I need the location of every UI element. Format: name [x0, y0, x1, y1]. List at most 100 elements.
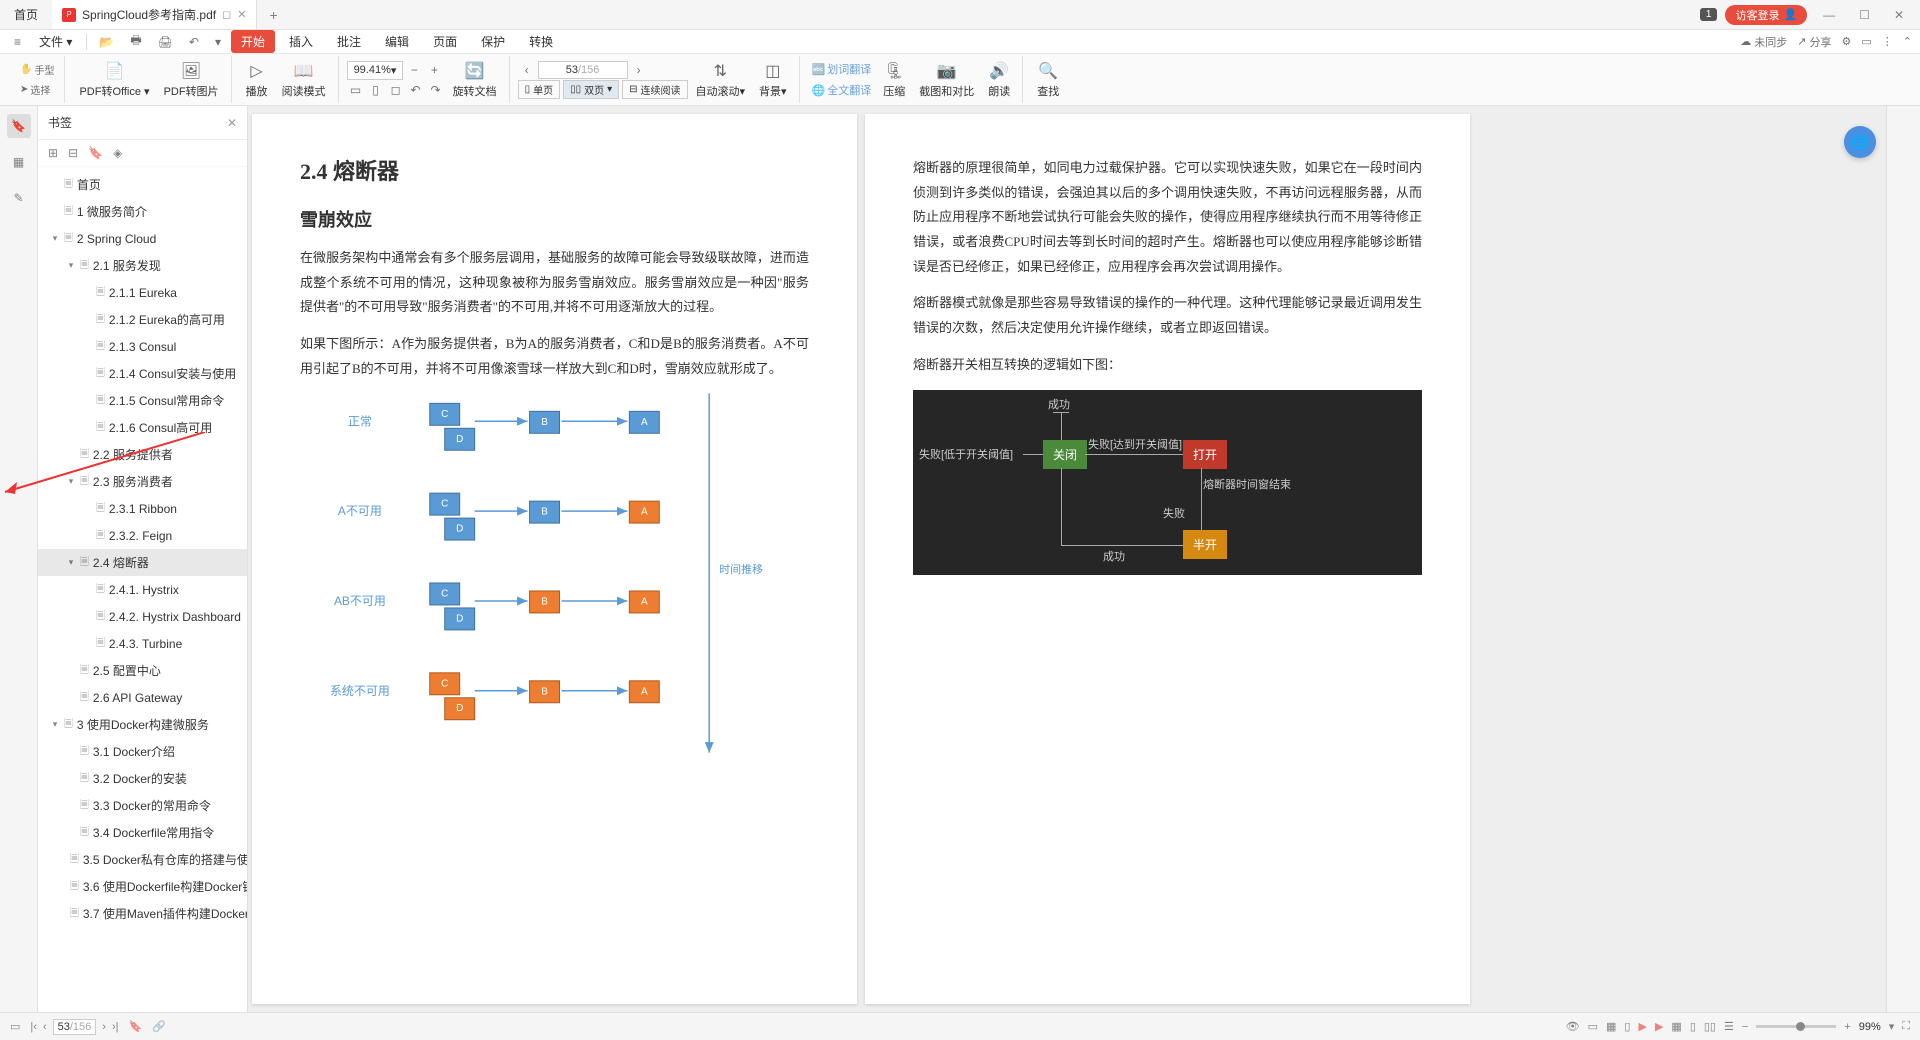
bookmark-item[interactable]: 🗏2.1.2 Eureka的高可用: [38, 306, 247, 333]
home-tab[interactable]: 首页: [0, 0, 52, 29]
expand-all-icon[interactable]: ⊞: [48, 146, 58, 160]
redo-icon[interactable]: ▾: [209, 33, 227, 51]
undo-icon[interactable]: ↶: [183, 33, 205, 51]
bookmark-item[interactable]: 🗏3.5 Docker私有仓库的搭建与使用: [38, 846, 247, 873]
single-page-button[interactable]: ▯单页: [518, 80, 561, 99]
fit-page-icon[interactable]: ▯: [367, 81, 385, 99]
float-translate-button[interactable]: 🌐: [1844, 126, 1876, 158]
bookmark-item[interactable]: 🗏1 微服务简介: [38, 198, 247, 225]
print-icon[interactable]: 🖨: [152, 33, 179, 51]
zoom-out-button[interactable]: −: [405, 61, 423, 79]
auto-scroll-button[interactable]: ⇅自动滚动▾: [690, 56, 752, 103]
zoom-out-status[interactable]: −: [1742, 1021, 1748, 1033]
login-button[interactable]: 访客登录 👤: [1725, 5, 1807, 25]
bookmark-item[interactable]: 🗏2.6 API Gateway: [38, 684, 247, 711]
close-tab-icon[interactable]: ✕: [237, 8, 246, 21]
bookmark-item[interactable]: ▾🗏3 使用Docker构建微服务: [38, 711, 247, 738]
prev-page-icon[interactable]: ‹: [43, 1021, 47, 1033]
continuous-button[interactable]: ⊟连续阅读: [622, 80, 687, 99]
page-number-input[interactable]: 53/156: [538, 61, 628, 79]
zoom-value[interactable]: 99.41% ▾: [347, 61, 404, 80]
bookmark-options-icon[interactable]: ◈: [113, 146, 122, 160]
close-sidebar-button[interactable]: ✕: [227, 116, 237, 130]
bookmark-item[interactable]: 🗏2.3.2. Feign: [38, 522, 247, 549]
window-icon[interactable]: ▭: [1861, 35, 1871, 48]
status-grid-icon[interactable]: ▦: [1671, 1020, 1681, 1033]
bookmark-item[interactable]: ▾🗏2.3 服务消费者: [38, 468, 247, 495]
zoom-percent[interactable]: 99%: [1859, 1021, 1881, 1033]
bookmark-item[interactable]: 🗏2.1.5 Consul常用命令: [38, 387, 247, 414]
pin-icon[interactable]: ◻: [222, 8, 231, 21]
status-single-icon[interactable]: ▯: [1690, 1020, 1696, 1033]
bookmark-item[interactable]: ▾🗏2 Spring Cloud: [38, 225, 247, 252]
status-cont-icon[interactable]: ☰: [1724, 1020, 1734, 1033]
play-button[interactable]: ▷播放: [240, 56, 274, 103]
fullscreen-icon[interactable]: ⛶: [1902, 1020, 1910, 1033]
collapse-all-icon[interactable]: ⊟: [68, 146, 78, 160]
comments-tab-button[interactable]: ✎: [7, 186, 31, 210]
bookmark-item[interactable]: 🗏2.2 服务提供者: [38, 441, 247, 468]
status-bookmark-icon[interactable]: 🔖: [128, 1020, 142, 1033]
thumbnails-tab-button[interactable]: ▦: [7, 150, 31, 174]
tab-convert[interactable]: 转换: [519, 30, 563, 53]
pdf-to-image-button[interactable]: 🖼PDF转图片: [158, 56, 225, 103]
bookmark-item[interactable]: 🗏2.1.3 Consul: [38, 333, 247, 360]
save-icon[interactable]: 🖶: [124, 29, 147, 54]
bookmark-item[interactable]: 🗏3.3 Docker的常用命令: [38, 792, 247, 819]
minimize-button[interactable]: —: [1815, 4, 1843, 26]
background-button[interactable]: ◫背景▾: [753, 56, 793, 103]
bookmark-item[interactable]: 🗏2.3.1 Ribbon: [38, 495, 247, 522]
tab-annotate[interactable]: 批注: [327, 30, 371, 53]
bookmark-item[interactable]: 🗏3.6 使用Dockerfile构建Docker镜像: [38, 873, 247, 900]
tab-edit[interactable]: 编辑: [375, 30, 419, 53]
collapse-ribbon-icon[interactable]: ⌃: [1903, 35, 1912, 48]
select-tool[interactable]: ➤选择: [16, 80, 58, 99]
status-eye-icon[interactable]: 👁: [1566, 1020, 1580, 1033]
read-mode-button[interactable]: 📖阅读模式: [276, 56, 332, 103]
actual-size-icon[interactable]: ◻: [387, 81, 405, 99]
more-icon[interactable]: ⋮: [1882, 35, 1893, 48]
document-viewport[interactable]: 🌐 2.4 熔断器 雪崩效应 在微服务架构中通常会有多个服务层调用，基础服务的故…: [248, 106, 1886, 1012]
add-tab-button[interactable]: +: [257, 7, 289, 23]
status-view3-icon[interactable]: ▯: [1624, 1020, 1630, 1033]
share-button[interactable]: ↗分享: [1797, 34, 1831, 50]
compress-button[interactable]: 🗜压缩: [877, 56, 911, 103]
bookmark-item[interactable]: 🗏2.4.3. Turbine: [38, 630, 247, 657]
status-play2-icon[interactable]: ▶: [1655, 1020, 1663, 1033]
compare-button[interactable]: 📷截图和对比: [913, 56, 980, 103]
bookmark-item[interactable]: 🗏首页: [38, 171, 247, 198]
zoom-slider[interactable]: [1756, 1025, 1836, 1028]
bookmark-item[interactable]: 🗏2.5 配置中心: [38, 657, 247, 684]
dual-page-button[interactable]: ▯▯双页▾: [563, 80, 619, 99]
open-icon[interactable]: 📂: [93, 33, 120, 51]
close-window-button[interactable]: ✕: [1886, 4, 1912, 26]
bookmarks-tab-button[interactable]: 🔖: [7, 114, 31, 138]
full-translate-button[interactable]: 🌐全文翻译: [808, 80, 876, 100]
zoom-in-status[interactable]: +: [1844, 1021, 1850, 1033]
notification-badge[interactable]: 1: [1700, 8, 1718, 21]
bookmark-item[interactable]: 🗏2.4.2. Hystrix Dashboard: [38, 603, 247, 630]
fit-width-icon[interactable]: ▭: [347, 81, 365, 99]
find-button[interactable]: 🔍查找: [1031, 56, 1065, 103]
bookmark-item[interactable]: 🗏3.2 Docker的安装: [38, 765, 247, 792]
document-tab[interactable]: P SpringCloud参考指南.pdf ◻ ✕: [52, 0, 257, 29]
tab-protect[interactable]: 保护: [471, 30, 515, 53]
next-page-button[interactable]: ›: [630, 61, 648, 79]
status-view1-icon[interactable]: ▭: [1588, 1020, 1598, 1033]
bookmark-item[interactable]: 🗏2.4.1. Hystrix: [38, 576, 247, 603]
bookmark-item[interactable]: 🗏2.1.1 Eureka: [38, 279, 247, 306]
pdf-to-office-button[interactable]: 📄PDF转Office ▾: [73, 56, 155, 103]
bookmark-item[interactable]: 🗏3.7 使用Maven插件构建Docker镜像: [38, 900, 247, 927]
hamburger-icon[interactable]: ≡: [8, 33, 27, 51]
next-page-icon[interactable]: ›: [102, 1021, 106, 1033]
tab-page[interactable]: 页面: [423, 30, 467, 53]
settings-icon[interactable]: ⚙: [1842, 35, 1852, 48]
bookmark-item[interactable]: ▾🗏2.1 服务发现: [38, 252, 247, 279]
status-dual-icon[interactable]: ▯▯: [1704, 1020, 1716, 1033]
bookmark-item[interactable]: 🗏3.1 Docker介绍: [38, 738, 247, 765]
file-menu[interactable]: 文件 ▾: [31, 31, 80, 52]
last-page-icon[interactable]: ›|: [112, 1021, 119, 1033]
status-play-icon[interactable]: ▶: [1638, 1020, 1646, 1033]
maximize-button[interactable]: ☐: [1851, 4, 1878, 26]
bookmark-item[interactable]: 🗏3.4 Dockerfile常用指令: [38, 819, 247, 846]
